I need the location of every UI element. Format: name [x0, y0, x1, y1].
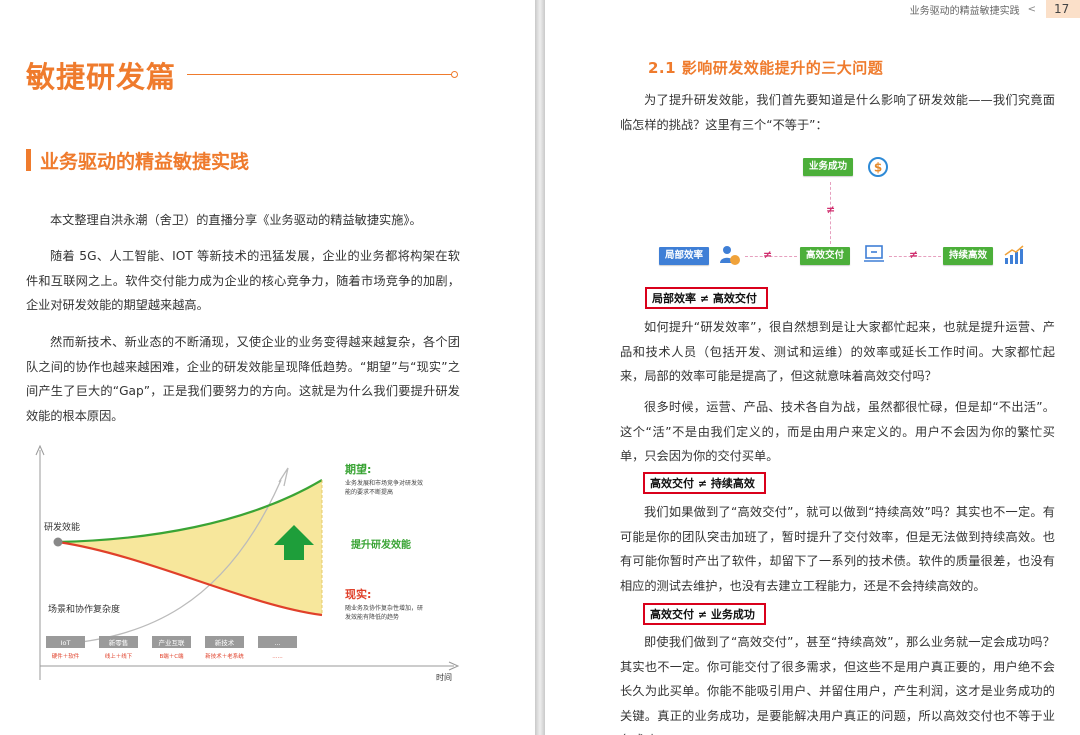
title-rule — [187, 74, 453, 75]
reality-title: 现实: — [345, 587, 371, 601]
intro-paragraph: 为了提升研发效能，我们首先要知道是什么影响了研发效能——我们究竟面临怎样的挑战？… — [620, 93, 1055, 132]
scenario-tag-label: 新零售 — [109, 638, 129, 647]
flow-node-sustained-efficiency: 持续高效 — [943, 247, 994, 265]
scenario-tag-subtitle: 线上＋线下 — [105, 652, 133, 660]
expectation-reality-figure: 研发效能 场景和协作复杂度 时间 期望: 业务发展和市场竞争对研发效 能的要求不… — [35, 444, 460, 682]
expectation-desc-line-1: 业务发展和市场竞争对研发效 — [345, 479, 423, 487]
neq-symbol-vertical: ≠ — [826, 203, 836, 216]
intro-paragraph: 本文整理自洪永潮（舍卫）的直播分享《业务驱动的精益敏捷实施》。 — [50, 213, 422, 227]
book-gutter — [535, 0, 545, 735]
neq-symbol-left: ≠ — [763, 248, 773, 261]
paragraph-background: 随着 5G、人工智能、IOT 等新技术的迅猛发展，企业的业务都将构架在软件和互联… — [26, 249, 460, 312]
scenario-tags: IoT 硬件＋软件 新零售线上＋线下 产业互联 B端＋C端 新技术新技术＋老系统.....… — [46, 636, 297, 660]
running-header: 业务驱动的精益敏捷实践 < 17 — [910, 0, 1080, 18]
header-title: 业务驱动的精益敏捷实践 — [909, 5, 1020, 17]
flow-node-business-success: 业务成功 — [803, 158, 854, 176]
chapter-heading: 业务驱动的精益敏捷实践 — [26, 148, 250, 173]
paragraph-busy-teams: 很多时候，运营、产品、技术各自为战，虽然都很忙碌，但是却“不出活”。这个“活”不… — [620, 400, 1055, 463]
scenario-tag-subtitle: ...... — [272, 654, 283, 660]
callout-delivery-vs-business: 高效交付 ≠ 业务成功 — [643, 603, 766, 625]
expectation-title: 期望: — [345, 462, 371, 476]
flow-node-local-efficiency: 局部效率 — [659, 247, 710, 265]
scenario-tag-label: 产业互联 — [159, 638, 186, 647]
x-axis-label: 时间 — [436, 672, 452, 682]
paragraph-gap: 然而新技术、新业态的不断涌现，又使企业的业务变得越来越复杂，各个团队之间的协作也… — [26, 335, 460, 423]
dollar-coin-icon: $ — [868, 157, 888, 177]
complexity-arrow — [278, 467, 289, 487]
chapter-accent-bar — [26, 149, 31, 171]
svg-text:$: $ — [874, 161, 882, 175]
start-point — [53, 537, 63, 547]
y-axis-label: 研发效能 — [44, 521, 80, 533]
chevron-left-icon: < — [1027, 3, 1036, 15]
neq-symbol-right: ≠ — [909, 248, 919, 261]
scenario-tag-label: ... — [274, 639, 280, 647]
section-title: 敏捷研发篇 — [26, 60, 177, 94]
flow-node-efficient-delivery: 高效交付 — [800, 247, 851, 265]
user-clock-icon — [720, 246, 740, 265]
scenario-tag-subtitle: 硬件＋软件 — [52, 652, 80, 660]
complexity-label: 场景和协作复杂度 — [48, 603, 120, 615]
chapter-title: 业务驱动的精益敏捷实践 — [40, 150, 250, 173]
scenario-tag-label: 新技术 — [215, 638, 235, 647]
delivery-box-icon — [864, 245, 884, 262]
paragraph-sustained: 我们如果做到了“高效交付”，就可以做到“持续高效”吗？其实也不一定。有可能是你的… — [620, 505, 1055, 593]
callout-delivery-vs-sustained: 高效交付 ≠ 持续高效 — [643, 472, 766, 494]
reality-desc-line-2: 发效能有降低的趋势 — [345, 613, 399, 621]
growth-chart-icon — [1004, 245, 1024, 264]
gap-label: 提升研发效能 — [351, 538, 411, 551]
left-page: 敏捷研发篇 业务驱动的精益敏捷实践 本文整理自洪永潮（舍卫）的直播分享《业务驱动… — [0, 0, 535, 735]
expectation-desc-line-2: 能的要求不断提高 — [345, 488, 393, 496]
scenario-tag-subtitle: 新技术＋老系统 — [205, 652, 244, 660]
callout-local-vs-delivery: 局部效率 ≠ 高效交付 — [645, 287, 768, 309]
reality-desc-line-1: 随业务及协作复杂性增加，研 — [345, 604, 423, 612]
paragraph-business-success: 即使我们做到了“高效交付”，甚至“持续高效”，那么业务就一定会成功吗？其实也不一… — [620, 635, 1055, 735]
paragraph-local-efficiency: 如何提升“研发效率”，很自然想到是让大家都忙起来，也就是提升运营、产品和技术人员… — [620, 320, 1055, 383]
title-rule-dot — [451, 71, 458, 78]
scenario-tag-subtitle: B端＋C端 — [159, 652, 184, 660]
right-page: 业务驱动的精益敏捷实践 < 17 2.1 影响研发效能提升的三大问题 为了提升研… — [545, 0, 1080, 735]
scenario-tag-label: IoT — [61, 639, 71, 647]
page-number: 17 — [1046, 0, 1080, 18]
subheading: 2.1 影响研发效能提升的三大问题 — [648, 59, 884, 77]
